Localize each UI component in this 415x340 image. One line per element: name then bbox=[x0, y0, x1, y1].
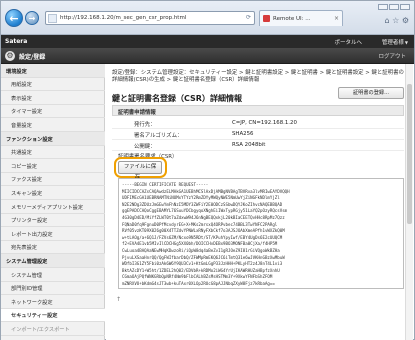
csr-line: MIICIDCCAZsCAQAwdzELMAkGA1UEBhMCSlAxDjAM… bbox=[122, 188, 290, 194]
field-value: RSA 2048bit bbox=[232, 142, 266, 148]
chevron-down-icon: ▼ bbox=[404, 40, 408, 45]
field-label: 公開鍵： bbox=[134, 144, 156, 150]
main-content: 設定/登録：システム管理設定：セキュリティー設定 > 鍵と証明書設定 > 鍵と証… bbox=[106, 64, 413, 340]
back-button[interactable]: ← bbox=[5, 9, 23, 27]
app-header: Satera ポータルへ 管理者様▼ bbox=[1, 35, 414, 48]
sidebar-item[interactable]: ファクス設定 bbox=[1, 173, 105, 187]
sidebar-item[interactable]: 用紙設定 bbox=[1, 78, 105, 92]
csr-line: BktAZcDY1+W5ht/1ZDEL2hQ02/EDVbR+kRDMo2iW… bbox=[122, 267, 280, 273]
csr-textbox[interactable]: -----BEGIN CERTIFICATE REQUEST----- MIICI… bbox=[118, 178, 404, 289]
close-window-button[interactable] bbox=[400, 4, 410, 10]
refresh-icon[interactable]: ⟳ bbox=[246, 14, 251, 21]
browser-tab[interactable]: Remote UI: ... × bbox=[259, 10, 343, 26]
sidebar-item[interactable]: 音量設定 bbox=[1, 118, 105, 132]
tools-icons[interactable]: ⌂ ☆ ⚙ bbox=[384, 16, 409, 25]
field-value: C=JP, CN=192.168.1.20 bbox=[232, 120, 297, 126]
logout-link[interactable]: ログアウト bbox=[378, 52, 406, 60]
sidebar-item[interactable]: 部門別ID管理 bbox=[1, 282, 105, 296]
field-row-public-key: 公開鍵： RSA 2048bit bbox=[112, 140, 404, 151]
admin-menu-label: 管理者様 bbox=[381, 40, 404, 46]
csr-line: CwLuoa4BAQAaNEwMHqKDwzoRi/iQpW8dq4aBeZvI… bbox=[122, 248, 280, 253]
csr-line: 4G30gD4ED/MiYfZLWT0t7aZdxwW94J6nNgBEQQxk… bbox=[122, 215, 285, 220]
csr-line: FQNaD0fq9FgnuD0PfMcvdyrEG+X+MKs2mrsxQ4OR… bbox=[122, 221, 278, 227]
sidebar-item: システム管理設定 bbox=[1, 254, 105, 268]
csr-line: WDfbI3G1ZY5Fbi0zAk6W6Y9QU3Cv1+KtGmLGgP33… bbox=[122, 261, 283, 267]
sidebar-item[interactable]: メモリーメディアプリント設定 bbox=[1, 200, 105, 214]
sidebar-item[interactable]: 宛先表設定 bbox=[1, 241, 105, 255]
sidebar-item[interactable]: セキュリティー設定 bbox=[1, 308, 105, 323]
scrollbar[interactable] bbox=[405, 64, 413, 340]
field-label: 署名アルゴリズム： bbox=[134, 133, 183, 139]
csr-line: ggEPADCCAQoCggEBAMYL76SuuYDCbgyqoXNghEiI… bbox=[122, 208, 288, 214]
csr-line: PjvuLXSaaHnrQQ/QgFWIfbarDbQ/ZFWMpRmEKQ6J… bbox=[122, 254, 285, 260]
portal-link-label: ポータルへ bbox=[334, 40, 362, 46]
browser-window: ← → http://192.168.1.20/m_sec_gen_csr_pr… bbox=[0, 0, 415, 340]
settings-gear-icon: ⚙ bbox=[5, 51, 15, 61]
breadcrumb: 設定/登録：システム管理設定：セキュリティー設定 > 鍵と証明書設定 > 鍵と証… bbox=[112, 70, 404, 83]
brand-logo: Satera bbox=[5, 38, 28, 45]
register-certificate-button[interactable]: 証明書の登録... bbox=[338, 87, 404, 99]
sidebar-item[interactable]: タイマー設定 bbox=[1, 105, 105, 119]
minimize-button[interactable] bbox=[378, 4, 388, 10]
csr-line: w+tLAOg/a+6Q1J/FZVs6ZM/Ncxo9N5RDt/ST/KPu… bbox=[122, 234, 283, 240]
csr-line: -----BEGIN CERTIFICATE REQUEST----- bbox=[122, 182, 209, 187]
field-row-issuer: 発行先： C=JP, CN=192.168.1.20 bbox=[112, 118, 404, 129]
sidebar-item: 環境設定 bbox=[1, 64, 105, 78]
browser-toolbar: ← → http://192.168.1.20/m_sec_gen_csr_pr… bbox=[1, 1, 414, 35]
settings-title: 設定/登録 bbox=[19, 54, 46, 61]
window-controls bbox=[377, 4, 410, 12]
back-arrow-icon: ← bbox=[9, 12, 19, 25]
address-text: http://192.168.1.20/m_sec_gen_csr_prop.h… bbox=[60, 15, 187, 21]
page-title: 鍵と証明書名登録（CSR）詳細情報 bbox=[112, 94, 242, 103]
tab-title: Remote UI: ... bbox=[273, 16, 311, 22]
admin-menu[interactable]: 管理者様▼ bbox=[382, 38, 408, 46]
sidebar-item[interactable]: スキャン設定 bbox=[1, 186, 105, 200]
field-value: SHA256 bbox=[232, 131, 254, 137]
forward-button[interactable]: → bbox=[25, 11, 39, 25]
field-row-signature: 署名アルゴリズム： SHA256 bbox=[112, 129, 404, 140]
csr-line: N2E2NDg3ZDUzJmGEwYmFhNzI5MDY3ZWFiY2E0ODC… bbox=[122, 201, 283, 207]
portal-link[interactable]: ポータルへ bbox=[334, 38, 362, 46]
csr-line: UDFIMEcGA1UEBRNAMTNiNUMxYTYzY2RmZDYyMWQy… bbox=[122, 195, 280, 201]
sidebar-item: ファンクション設定 bbox=[1, 132, 105, 146]
csr-line: f2+EVA4E1vb5MIvIlCDCHGg5XX0bh/DOICCHvDEB… bbox=[122, 241, 278, 247]
sidebar-item[interactable]: インポート/エクスポート bbox=[1, 322, 105, 336]
field-label: 発行先： bbox=[134, 122, 156, 128]
sidebar: 環境設定 用紙設定 表示設定 タイマー設定 音量設定 ファンクション設定 共通設定 コピー設定… bbox=[1, 64, 105, 340]
sidebar-item[interactable]: ネットワーク設定 bbox=[1, 295, 105, 309]
scrollbar-thumb[interactable] bbox=[407, 84, 412, 224]
sidebar-item[interactable]: プリンター設定 bbox=[1, 214, 105, 228]
scroll-top-icon[interactable]: ↑ bbox=[116, 296, 121, 303]
forward-arrow-icon: → bbox=[28, 14, 36, 23]
sidebar-item[interactable]: 共通設定 bbox=[1, 146, 105, 160]
section-header: 証明書申請情報 bbox=[112, 105, 404, 116]
settings-bar: ⚙ 設定/登録 ログアウト bbox=[1, 48, 414, 64]
sidebar-item[interactable]: レポート出力設定 bbox=[1, 227, 105, 241]
csr-line: CGmaOAjPQfWNKGRbQpNRf4Nm9bFlbCALhBZsMsHS… bbox=[122, 274, 273, 280]
sidebar-item[interactable]: システム管理 bbox=[1, 268, 105, 282]
csr-line: RVf05vzKT09X026g00X4TTZdvYPNWLxRNyFXbCkf… bbox=[122, 228, 285, 234]
csr-line: mZNRXVO+bKdmG4sJT3wb+kuTAxr0XLOp2RUcG8pA… bbox=[122, 281, 275, 286]
tab-close-icon[interactable]: × bbox=[334, 15, 339, 22]
sidebar-item[interactable]: コピー設定 bbox=[1, 159, 105, 173]
favicon-icon bbox=[263, 15, 270, 22]
maximize-button[interactable] bbox=[389, 4, 399, 10]
sidebar-item[interactable]: 表示設定 bbox=[1, 91, 105, 105]
page-icon bbox=[48, 14, 57, 23]
save-to-file-button[interactable]: ファイルに保存... bbox=[118, 161, 162, 181]
address-bar[interactable]: http://192.168.1.20/m_sec_gen_csr_prop.h… bbox=[45, 11, 255, 25]
